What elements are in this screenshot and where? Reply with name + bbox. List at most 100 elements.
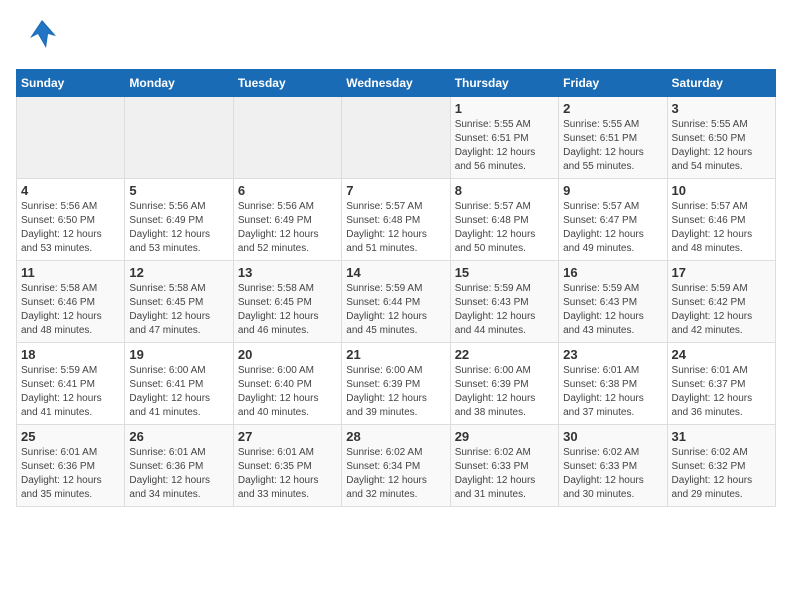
day-cell: 9Sunrise: 5:57 AM Sunset: 6:47 PM Daylig… <box>559 179 667 261</box>
day-info: Sunrise: 5:55 AM Sunset: 6:51 PM Dayligh… <box>455 118 554 174</box>
day-number: 2 <box>563 101 662 116</box>
day-number: 19 <box>129 347 228 362</box>
day-info: Sunrise: 5:57 AM Sunset: 6:48 PM Dayligh… <box>346 200 445 256</box>
header-cell-friday: Friday <box>559 70 667 97</box>
day-number: 28 <box>346 429 445 444</box>
day-info: Sunrise: 6:02 AM Sunset: 6:32 PM Dayligh… <box>672 446 771 502</box>
day-cell: 28 Sunrise: 6:02 AM Sunset: 6:34 PM Dayli… <box>342 425 450 507</box>
day-number: 30 <box>563 429 662 444</box>
day-info: Sunrise: 6:00 AM Sunset: 6:41 PM Dayligh… <box>129 364 228 420</box>
day-number: 7 <box>346 183 445 198</box>
day-info: Sunrise: 5:58 AM Sunset: 6:45 PM Dayligh… <box>238 282 337 338</box>
day-number: 16 <box>563 265 662 280</box>
day-info: Sunrise: 5:57 AM Sunset: 6:47 PM Dayligh… <box>563 200 662 256</box>
day-info: Sunrise: 5:59 AM Sunset: 6:41 PM Dayligh… <box>21 364 120 420</box>
day-cell: 15 Sunrise: 5:59 AM Sunset: 6:43 PM Dayli… <box>450 261 558 343</box>
day-info: Sunrise: 5:55 AM Sunset: 6:51 PM Dayligh… <box>563 118 662 174</box>
day-cell: 29 Sunrise: 6:02 AM Sunset: 6:33 PM Dayli… <box>450 425 558 507</box>
day-info: Sunrise: 6:02 AM Sunset: 6:33 PM Dayligh… <box>455 446 554 502</box>
day-info: Sunrise: 5:59 AM Sunset: 6:42 PM Dayligh… <box>672 282 771 338</box>
day-info: Sunrise: 6:01 AM Sunset: 6:36 PM Dayligh… <box>21 446 120 502</box>
day-cell: 17Sunrise: 5:59 AM Sunset: 6:42 PM Dayli… <box>667 261 775 343</box>
day-cell: 25 Sunrise: 6:01 AM Sunset: 6:36 PM Dayli… <box>17 425 125 507</box>
day-number: 15 <box>455 265 554 280</box>
header-cell-wednesday: Wednesday <box>342 70 450 97</box>
calendar-header: SundayMondayTuesdayWednesdayThursdayFrid… <box>17 70 776 97</box>
day-cell: 5Sunrise: 5:56 AM Sunset: 6:49 PM Daylig… <box>125 179 233 261</box>
day-number: 22 <box>455 347 554 362</box>
day-number: 26 <box>129 429 228 444</box>
day-cell <box>125 97 233 179</box>
day-info: Sunrise: 6:01 AM Sunset: 6:37 PM Dayligh… <box>672 364 771 420</box>
day-number: 20 <box>238 347 337 362</box>
day-info: Sunrise: 5:59 AM Sunset: 6:43 PM Dayligh… <box>455 282 554 338</box>
day-number: 24 <box>672 347 771 362</box>
day-number: 18 <box>21 347 120 362</box>
day-cell: 22 Sunrise: 6:00 AM Sunset: 6:39 PM Dayli… <box>450 343 558 425</box>
day-cell <box>17 97 125 179</box>
day-cell: 26Sunrise: 6:01 AM Sunset: 6:36 PM Dayli… <box>125 425 233 507</box>
day-number: 29 <box>455 429 554 444</box>
day-number: 6 <box>238 183 337 198</box>
day-info: Sunrise: 5:58 AM Sunset: 6:45 PM Dayligh… <box>129 282 228 338</box>
day-cell: 18 Sunrise: 5:59 AM Sunset: 6:41 PM Dayli… <box>17 343 125 425</box>
day-cell: 12 Sunrise: 5:58 AM Sunset: 6:45 PM Dayli… <box>125 261 233 343</box>
day-info: Sunrise: 5:55 AM Sunset: 6:50 PM Dayligh… <box>672 118 771 174</box>
day-cell: 1 Sunrise: 5:55 AM Sunset: 6:51 PM Daylig… <box>450 97 558 179</box>
day-number: 1 <box>455 101 554 116</box>
week-row-5: 25 Sunrise: 6:01 AM Sunset: 6:36 PM Dayli… <box>17 425 776 507</box>
day-cell: 4 Sunrise: 5:56 AM Sunset: 6:50 PM Daylig… <box>17 179 125 261</box>
day-cell <box>233 97 341 179</box>
week-row-1: 1 Sunrise: 5:55 AM Sunset: 6:51 PM Daylig… <box>17 97 776 179</box>
day-info: Sunrise: 5:57 AM Sunset: 6:46 PM Dayligh… <box>672 200 771 256</box>
calendar-table: SundayMondayTuesdayWednesdayThursdayFrid… <box>16 69 776 507</box>
day-cell: 30 Sunrise: 6:02 AM Sunset: 6:33 PM Dayli… <box>559 425 667 507</box>
day-cell: 2 Sunrise: 5:55 AM Sunset: 6:51 PM Daylig… <box>559 97 667 179</box>
day-number: 11 <box>21 265 120 280</box>
day-cell: 20 Sunrise: 6:00 AM Sunset: 6:40 PM Dayli… <box>233 343 341 425</box>
day-cell: 3 Sunrise: 5:55 AM Sunset: 6:50 PM Daylig… <box>667 97 775 179</box>
day-info: Sunrise: 6:02 AM Sunset: 6:33 PM Dayligh… <box>563 446 662 502</box>
day-number: 8 <box>455 183 554 198</box>
day-number: 13 <box>238 265 337 280</box>
day-number: 3 <box>672 101 771 116</box>
day-number: 4 <box>21 183 120 198</box>
day-info: Sunrise: 5:56 AM Sunset: 6:50 PM Dayligh… <box>21 200 120 256</box>
day-cell: 21 Sunrise: 6:00 AM Sunset: 6:39 PM Dayli… <box>342 343 450 425</box>
day-number: 25 <box>21 429 120 444</box>
header-cell-tuesday: Tuesday <box>233 70 341 97</box>
day-info: Sunrise: 6:01 AM Sunset: 6:35 PM Dayligh… <box>238 446 337 502</box>
day-number: 23 <box>563 347 662 362</box>
day-info: Sunrise: 5:59 AM Sunset: 6:43 PM Dayligh… <box>563 282 662 338</box>
day-info: Sunrise: 6:00 AM Sunset: 6:39 PM Dayligh… <box>346 364 445 420</box>
header-row: SundayMondayTuesdayWednesdayThursdayFrid… <box>17 70 776 97</box>
day-info: Sunrise: 5:59 AM Sunset: 6:44 PM Dayligh… <box>346 282 445 338</box>
day-info: Sunrise: 6:00 AM Sunset: 6:39 PM Dayligh… <box>455 364 554 420</box>
day-info: Sunrise: 6:02 AM Sunset: 6:34 PM Dayligh… <box>346 446 445 502</box>
day-cell: 31Sunrise: 6:02 AM Sunset: 6:32 PM Dayli… <box>667 425 775 507</box>
header-cell-monday: Monday <box>125 70 233 97</box>
day-cell: 16 Sunrise: 5:59 AM Sunset: 6:43 PM Dayli… <box>559 261 667 343</box>
day-number: 27 <box>238 429 337 444</box>
day-cell: 13 Sunrise: 5:58 AM Sunset: 6:45 PM Dayli… <box>233 261 341 343</box>
day-info: Sunrise: 6:00 AM Sunset: 6:40 PM Dayligh… <box>238 364 337 420</box>
day-cell: 23 Sunrise: 6:01 AM Sunset: 6:38 PM Dayli… <box>559 343 667 425</box>
day-cell: 6 Sunrise: 5:56 AM Sunset: 6:49 PM Daylig… <box>233 179 341 261</box>
day-number: 10 <box>672 183 771 198</box>
week-row-3: 11Sunrise: 5:58 AM Sunset: 6:46 PM Dayli… <box>17 261 776 343</box>
day-cell <box>342 97 450 179</box>
day-cell: 24 Sunrise: 6:01 AM Sunset: 6:37 PM Dayli… <box>667 343 775 425</box>
header-cell-thursday: Thursday <box>450 70 558 97</box>
day-number: 5 <box>129 183 228 198</box>
day-cell: 7 Sunrise: 5:57 AM Sunset: 6:48 PM Daylig… <box>342 179 450 261</box>
day-number: 12 <box>129 265 228 280</box>
page-header <box>16 16 776 57</box>
day-cell: 8Sunrise: 5:57 AM Sunset: 6:48 PM Daylig… <box>450 179 558 261</box>
day-cell: 14Sunrise: 5:59 AM Sunset: 6:44 PM Dayli… <box>342 261 450 343</box>
week-row-2: 4 Sunrise: 5:56 AM Sunset: 6:50 PM Daylig… <box>17 179 776 261</box>
day-cell: 19 Sunrise: 6:00 AM Sunset: 6:41 PM Dayli… <box>125 343 233 425</box>
day-info: Sunrise: 5:56 AM Sunset: 6:49 PM Dayligh… <box>238 200 337 256</box>
header-cell-sunday: Sunday <box>17 70 125 97</box>
day-number: 21 <box>346 347 445 362</box>
day-info: Sunrise: 6:01 AM Sunset: 6:38 PM Dayligh… <box>563 364 662 420</box>
